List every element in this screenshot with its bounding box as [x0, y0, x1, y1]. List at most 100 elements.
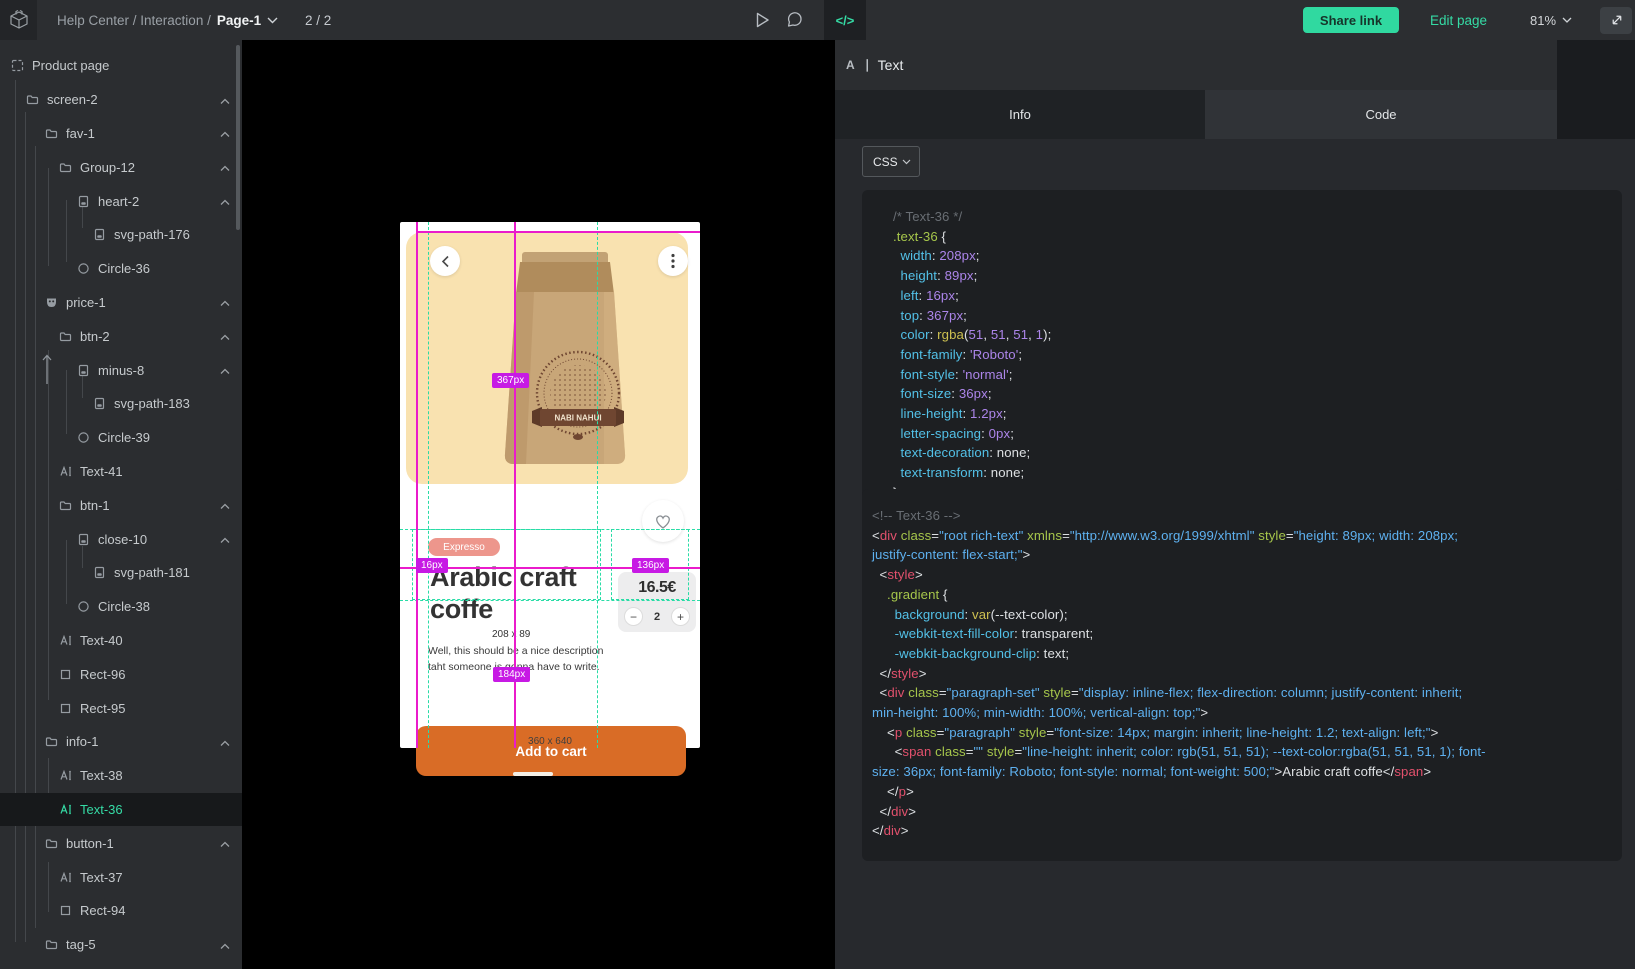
- chevron-up-icon[interactable]: [220, 734, 230, 749]
- layer-tree: Product pagescreen-2fav-1 Group-12 heart-2…: [0, 49, 242, 962]
- layer-item-circle-39[interactable]: Circle-39: [0, 421, 242, 455]
- chevron-up-icon[interactable]: [220, 363, 230, 378]
- quantity-plus-button[interactable]: +: [671, 607, 690, 626]
- layer-item-minus-8[interactable]: minus-8: [0, 353, 242, 387]
- zoom-control[interactable]: 81%: [1530, 0, 1572, 40]
- code-view-button[interactable]: </>: [824, 0, 866, 40]
- layer-item-price-1[interactable]: price-1: [0, 286, 242, 320]
- artboard-screen-2[interactable]: ORGANIC COLOMBIA NABI NAHUI: [400, 222, 700, 748]
- chevron-up-icon[interactable]: [220, 92, 230, 107]
- layer-item-svg-path-183[interactable]: svg-path-183: [0, 387, 242, 421]
- price-box: 16.5€ − 2 +: [618, 572, 696, 632]
- layer-item-rect-94[interactable]: Rect-94: [0, 894, 242, 928]
- layer-item-product page[interactable]: Product page: [0, 49, 242, 83]
- design-canvas[interactable]: ORGANIC COLOMBIA NABI NAHUI: [242, 40, 835, 969]
- play-icon: [756, 12, 770, 28]
- edit-page-link[interactable]: Edit page: [1430, 0, 1487, 40]
- layer-item-rect-96[interactable]: Rect-96: [0, 657, 242, 691]
- layer-item-close-10[interactable]: close-10: [0, 522, 242, 556]
- css-code-block[interactable]: /* Text-36 */.text-36 { width: 208px; he…: [862, 190, 1622, 524]
- chevron-up-icon[interactable]: [220, 532, 230, 547]
- panel-title: Text: [878, 57, 904, 73]
- layer-item-fav-1[interactable]: fav-1: [0, 117, 242, 151]
- product-title[interactable]: Arabic craft coffe: [430, 562, 612, 626]
- layer-item-svg-path-176[interactable]: svg-path-176: [0, 218, 242, 252]
- layer-label: Group-12: [80, 160, 135, 175]
- chevron-down-icon: [1562, 17, 1572, 23]
- css-language-select[interactable]: CSS: [862, 146, 920, 177]
- measure-badge-top: 367px: [492, 373, 529, 388]
- folder-layer-icon: [58, 160, 72, 174]
- sidebar-scrollbar[interactable]: [236, 45, 240, 230]
- layer-item-button-1[interactable]: button-1: [0, 826, 242, 860]
- layer-label: btn-2: [80, 329, 110, 344]
- play-button[interactable]: [746, 0, 780, 40]
- add-to-cart-button[interactable]: Add to cart: [416, 726, 686, 776]
- tab-code[interactable]: Code: [1205, 90, 1557, 139]
- heart-icon: [653, 512, 673, 530]
- layer-item-text-36[interactable]: Text-36: [0, 793, 242, 827]
- layer-label: Text-38: [80, 768, 123, 783]
- chevron-up-icon[interactable]: [220, 498, 230, 513]
- layer-label: tag-5: [66, 937, 96, 952]
- chevron-up-icon[interactable]: [220, 160, 230, 175]
- breadcrumb[interactable]: Help Center / Interaction /: [57, 13, 211, 28]
- chevron-up-icon[interactable]: [220, 937, 230, 952]
- rect-layer-icon: [58, 904, 72, 918]
- chevron-up-icon[interactable]: [220, 836, 230, 851]
- chevron-up-icon[interactable]: [220, 126, 230, 141]
- layer-item-circle-36[interactable]: Circle-36: [0, 252, 242, 286]
- layer-label: svg-path-181: [114, 565, 190, 580]
- text-layer-icon: [58, 769, 72, 783]
- svgfile-layer-icon: [92, 566, 106, 580]
- chevron-down-icon[interactable]: [267, 17, 278, 24]
- layer-label: minus-8: [98, 363, 144, 378]
- layer-item-text-38[interactable]: Text-38: [0, 759, 242, 793]
- layer-item-circle-38[interactable]: Circle-38: [0, 590, 242, 624]
- layer-label: price-1: [66, 295, 106, 310]
- text-layer-icon: [58, 633, 72, 647]
- favorite-button[interactable]: [642, 500, 684, 542]
- layer-item-svg-path-181[interactable]: svg-path-181: [0, 556, 242, 590]
- css-select-value: CSS: [873, 155, 898, 169]
- layer-item-text-37[interactable]: Text-37: [0, 860, 242, 894]
- measure-badge-right: 136px: [632, 558, 669, 573]
- layer-item-heart-2[interactable]: heart-2: [0, 184, 242, 218]
- breadcrumb-current[interactable]: Page-1: [217, 13, 261, 28]
- zoom-level: 81%: [1530, 13, 1556, 28]
- panel-header: A⎹ Text: [835, 40, 1557, 90]
- layer-label: Text-40: [80, 633, 123, 648]
- layer-item-rect-95[interactable]: Rect-95: [0, 691, 242, 725]
- layer-item-info-1[interactable]: info-1: [0, 725, 242, 759]
- top-bar: Help Center / Interaction / Page-1 2 / 2…: [0, 0, 1635, 40]
- layer-item-btn-1[interactable]: btn-1: [0, 488, 242, 522]
- layer-item-text-41[interactable]: Text-41: [0, 455, 242, 489]
- layer-item-screen-2[interactable]: screen-2: [0, 83, 242, 117]
- svg-code-block[interactable]: <!-- Text-36 --><div class="root rich-te…: [862, 489, 1622, 861]
- comment-button[interactable]: [777, 0, 811, 40]
- layer-item-tag-5[interactable]: tag-5: [0, 928, 242, 962]
- fullscreen-button[interactable]: [1600, 7, 1632, 34]
- layer-item-btn-2[interactable]: btn-2: [0, 319, 242, 353]
- chevron-up-icon[interactable]: [220, 194, 230, 209]
- chevron-up-icon[interactable]: [220, 295, 230, 310]
- layer-label: Rect-94: [80, 903, 126, 918]
- mask-layer-icon: [44, 295, 58, 309]
- code-icon: </>: [836, 13, 855, 28]
- layer-item-group-12[interactable]: Group-12: [0, 150, 242, 184]
- layer-item-text-40[interactable]: Text-40: [0, 624, 242, 658]
- rect-layer-icon: [58, 701, 72, 715]
- quantity-minus-button[interactable]: −: [624, 607, 643, 626]
- layer-label: Rect-95: [80, 701, 126, 716]
- back-button[interactable]: [430, 246, 460, 276]
- layer-label: Text-36: [80, 802, 123, 817]
- menu-button[interactable]: [658, 246, 688, 276]
- tab-info[interactable]: Info: [835, 90, 1205, 139]
- page-indicator: 2 / 2: [305, 0, 331, 40]
- share-link-button[interactable]: Share link: [1303, 7, 1399, 33]
- chevron-up-icon[interactable]: [220, 329, 230, 344]
- text-layer-icon: [58, 870, 72, 884]
- app-logo[interactable]: [0, 0, 37, 40]
- chevron-left-icon: [441, 255, 450, 268]
- price-value: 16.5€: [618, 579, 696, 597]
